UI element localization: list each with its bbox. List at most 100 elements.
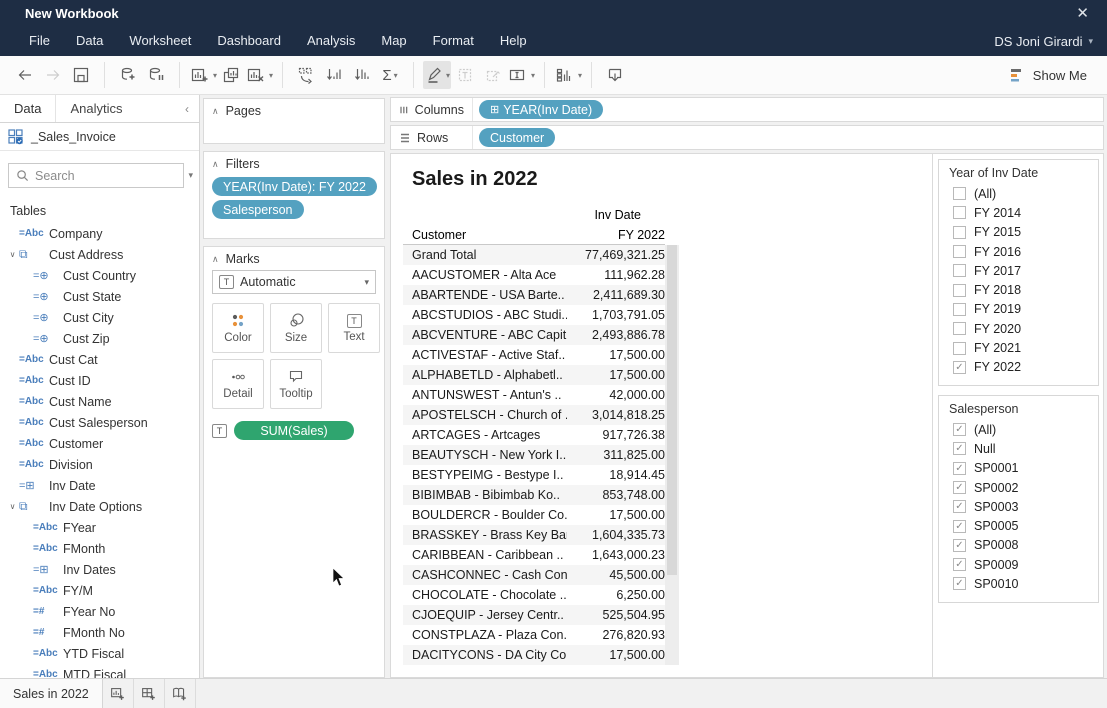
table-row[interactable]: AACUSTOMER - Alta Ace 111,962.28 [403,265,665,285]
checkbox[interactable] [953,245,966,258]
collapse-card-icon[interactable]: ∧ [212,254,219,265]
table-row[interactable]: ANTUNSWEST - Antun's .. 42,000.00 [403,385,665,405]
sales-value-cell[interactable]: 17,500.00 [567,365,665,385]
filter-checkbox-item[interactable]: ✓ FY 2022 [949,358,1090,377]
sales-value-cell[interactable]: 111,962.28 [567,265,665,285]
tab-analytics[interactable]: Analytics [55,95,136,122]
sales-value-cell[interactable]: 525,504.95 [567,605,665,625]
checkbox[interactable] [953,226,966,239]
marks-card[interactable]: ∧ Marks T Automatic ▾ Color Size T [203,246,385,678]
sales-value-cell[interactable]: 1,703,791.05 [567,305,665,325]
filter-checkbox-item[interactable]: ✓ (All) [949,420,1090,439]
table-row[interactable]: CHOCOLATE - Chocolate .. 6,250.00 [403,585,665,605]
filter-checkbox-item[interactable]: ✓ SP0008 [949,536,1090,555]
table-row[interactable]: BRASSKEY - Brass Key Bar 1,604,335.73 [403,525,665,545]
undo-button[interactable] [11,61,39,89]
customer-cell[interactable]: ANTUNSWEST - Antun's .. [403,385,567,405]
customer-cell[interactable]: BRASSKEY - Brass Key Bar [403,525,567,545]
menu-map[interactable]: Map [368,26,419,56]
redo-button[interactable] [39,61,67,89]
checkbox[interactable]: ✓ [953,442,966,455]
presentation-mode-button[interactable] [601,61,629,89]
table-row[interactable]: CONSTPLAZA - Plaza Con.. 276,820.93 [403,625,665,645]
scrollbar-thumb[interactable] [667,245,677,575]
checkbox[interactable]: ✓ [953,423,966,436]
field-item[interactable]: =Abc FMonth [0,538,199,559]
field-item[interactable]: =Abc MTD Fiscal [0,664,199,678]
customer-cell[interactable]: ALPHABETLD - Alphabetl.. [403,365,567,385]
customer-cell[interactable]: ABARTENDE - USA Barte.. [403,285,567,305]
filter-checkbox-item[interactable]: ✓ SP0003 [949,497,1090,516]
field-item[interactable]: =⊕ Cust City [0,307,199,328]
filter-checkbox-item[interactable]: FY 2014 [949,203,1090,222]
column-field-header[interactable]: Inv Date [403,205,665,225]
table-row[interactable]: ABCVENTURE - ABC Capit.. 2,493,886.78 [403,325,665,345]
customer-cell[interactable]: APOSTELSCH - Church of .. [403,405,567,425]
menu-dashboard[interactable]: Dashboard [204,26,294,56]
customer-cell[interactable]: CONSTPLAZA - Plaza Con.. [403,625,567,645]
size-button[interactable]: Size [270,303,322,353]
row-field-header[interactable]: Customer [403,225,567,244]
customer-cell[interactable]: BOULDERCR - Boulder Co.. [403,505,567,525]
rows-shelf[interactable]: Rows Customer [390,125,1104,150]
field-item[interactable]: =# FMonth No [0,622,199,643]
rows-pill[interactable]: Customer [479,128,555,147]
field-item[interactable]: =# FYear No [0,601,199,622]
sales-value-cell[interactable]: 917,726.38 [567,425,665,445]
customer-cell[interactable]: CHOCOLATE - Chocolate .. [403,585,567,605]
fit-selector[interactable]: ▾ [507,61,535,89]
filter-checkbox-item[interactable]: FY 2018 [949,280,1090,299]
save-button[interactable] [67,61,95,89]
new-worksheet-tab-button[interactable] [103,679,134,708]
field-item[interactable]: =⊕ Cust Zip [0,328,199,349]
sales-value-cell[interactable]: 853,748.00 [567,485,665,505]
checkbox[interactable]: ✓ [953,481,966,494]
checkbox[interactable]: ✓ [953,462,966,475]
data-source-item[interactable]: _Sales_Invoice [0,123,199,151]
sales-value-cell[interactable]: 42,000.00 [567,385,665,405]
customer-cell[interactable]: BIBIMBAB - Bibimbab Ko.. [403,485,567,505]
checkbox[interactable]: ✓ [953,558,966,571]
menu-worksheet[interactable]: Worksheet [116,26,204,56]
collapse-card-icon[interactable]: ∧ [212,106,219,117]
customer-cell[interactable]: CASHCONNEC - Cash Con.. [403,565,567,585]
new-story-button[interactable] [165,679,196,708]
customer-cell[interactable]: BEAUTYSCH - New York I.. [403,445,567,465]
show-hide-cards-button[interactable]: ▾ [554,61,582,89]
checkbox[interactable] [953,322,966,335]
menu-format[interactable]: Format [420,26,487,56]
vertical-scrollbar[interactable] [665,245,679,665]
pause-auto-updates-button[interactable] [142,61,170,89]
show-me-button[interactable]: Show Me [1010,67,1101,83]
filter-checkbox-item[interactable]: FY 2021 [949,338,1090,357]
table-row[interactable]: ALPHABETLD - Alphabetl.. 17,500.00 [403,365,665,385]
checkbox[interactable] [953,342,966,355]
column-member-header[interactable]: FY 2022 [567,225,665,244]
field-item[interactable]: =⊕ Cust State [0,286,199,307]
checkbox[interactable]: ✓ [953,520,966,533]
close-icon[interactable]: ✕ [1070,4,1095,22]
mark-type-dropdown[interactable]: T Automatic ▾ [212,270,376,294]
tooltip-button[interactable]: Tooltip [270,359,322,409]
sales-value-cell[interactable]: 1,604,335.73 [567,525,665,545]
collapse-pane-icon[interactable]: ‹ [175,95,199,122]
sales-value-cell[interactable]: 18,914.45 [567,465,665,485]
filter-checkbox-item[interactable]: FY 2015 [949,223,1090,242]
filter-checkbox-item[interactable]: ✓ Null [949,439,1090,458]
sales-value-cell[interactable]: 6,250.00 [567,585,665,605]
table-row[interactable]: ABCSTUDIOS - ABC Studi.. 1,703,791.05 [403,305,665,325]
collapse-card-icon[interactable]: ∧ [212,159,219,170]
customer-cell[interactable]: ABCVENTURE - ABC Capit.. [403,325,567,345]
sales-value-cell[interactable]: 3,014,818.25 [567,405,665,425]
field-item[interactable]: ∨ ⧉ Cust Address [0,244,199,265]
table-row[interactable]: CJOEQUIP - Jersey Centr.. 525,504.95 [403,605,665,625]
sort-ascending-button[interactable] [320,61,348,89]
search-options-icon[interactable]: ▾ [188,170,193,181]
filter-checkbox-item[interactable]: (All) [949,184,1090,203]
table-row[interactable]: ARTCAGES - Artcages 917,726.38 [403,425,665,445]
checkbox[interactable]: ✓ [953,500,966,513]
columns-shelf[interactable]: Columns ⊞ YEAR(Inv Date) [390,97,1104,122]
sales-value-cell[interactable]: 311,825.00 [567,445,665,465]
filter-checkbox-item[interactable]: FY 2020 [949,319,1090,338]
table-row[interactable]: ACTIVESTAF - Active Staf.. 17,500.00 [403,345,665,365]
